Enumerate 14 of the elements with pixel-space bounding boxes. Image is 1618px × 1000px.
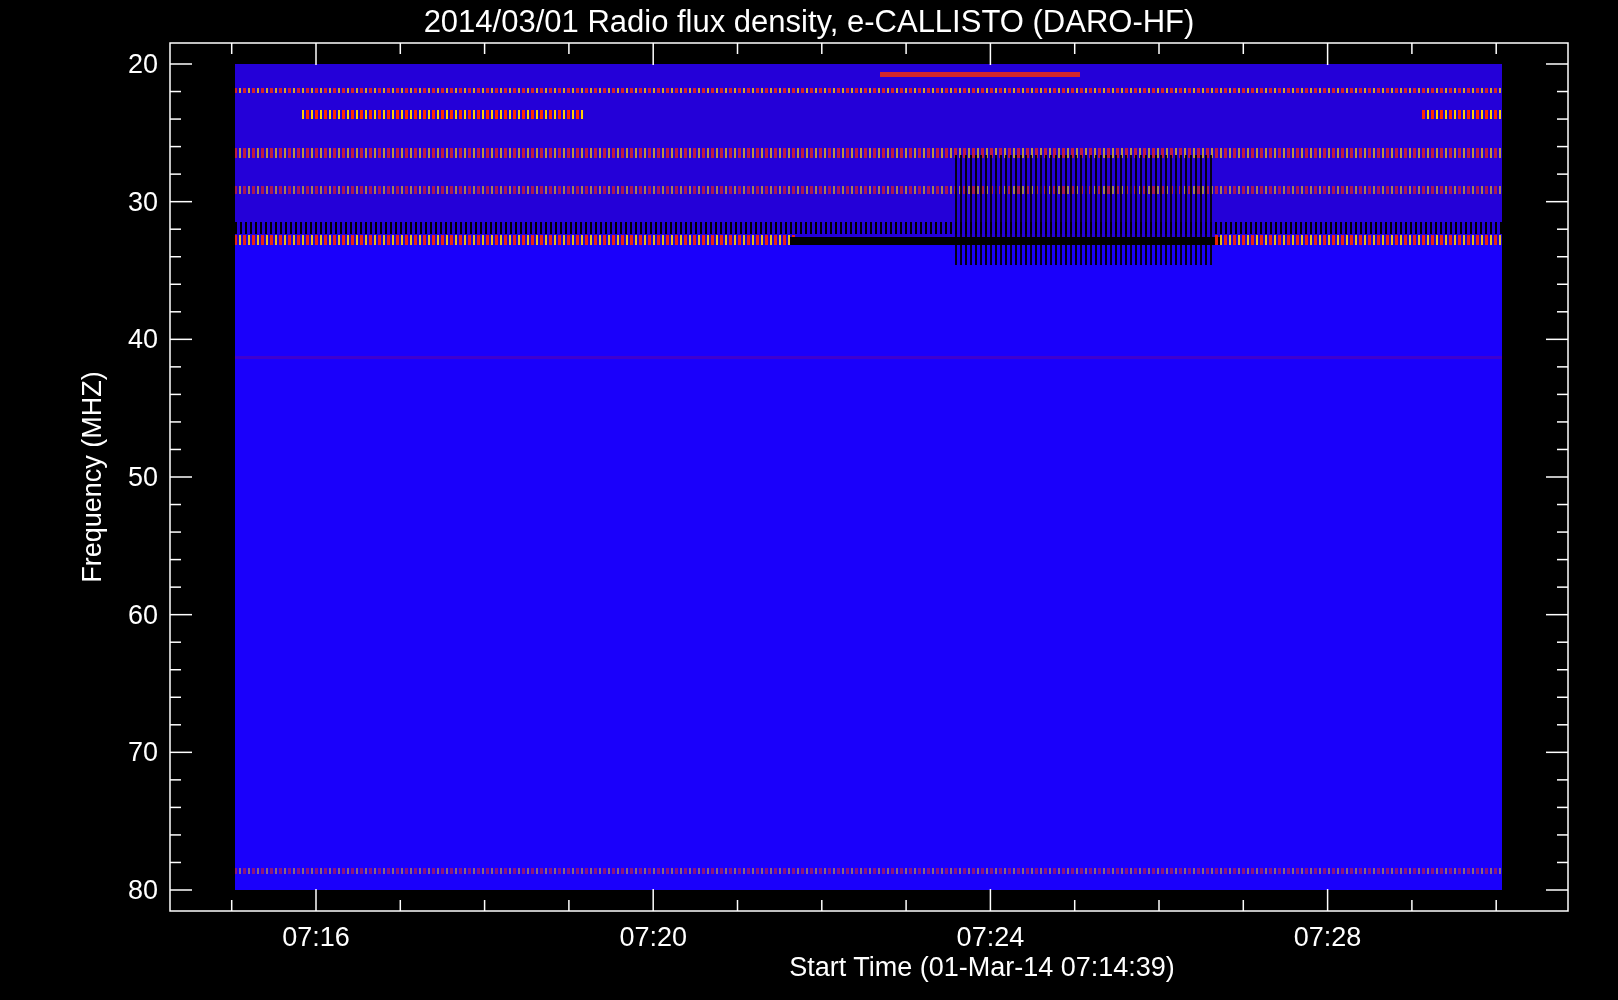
tick-label: 07:24 <box>956 922 1025 952</box>
tick-label: 07:20 <box>619 922 687 952</box>
tick-label: 60 <box>127 599 158 630</box>
tick-label: 30 <box>127 186 158 217</box>
tick-label: 50 <box>127 462 158 492</box>
tick-label: 40 <box>127 324 158 355</box>
tick-label: 07:28 <box>1293 922 1362 952</box>
axis-title: Frequency (MHZ) <box>77 371 107 583</box>
axis-title: Start Time (01-Mar-14 07:14:39) <box>789 952 1175 982</box>
tick-label: 80 <box>127 875 158 905</box>
plot-title: 2014/03/01 Radio flux density, e-CALLISTO (DARO-HF) <box>423 4 1195 39</box>
tick-label: 07:16 <box>282 922 350 952</box>
tick-label: 20 <box>127 49 158 79</box>
tick-label: 70 <box>127 737 158 768</box>
